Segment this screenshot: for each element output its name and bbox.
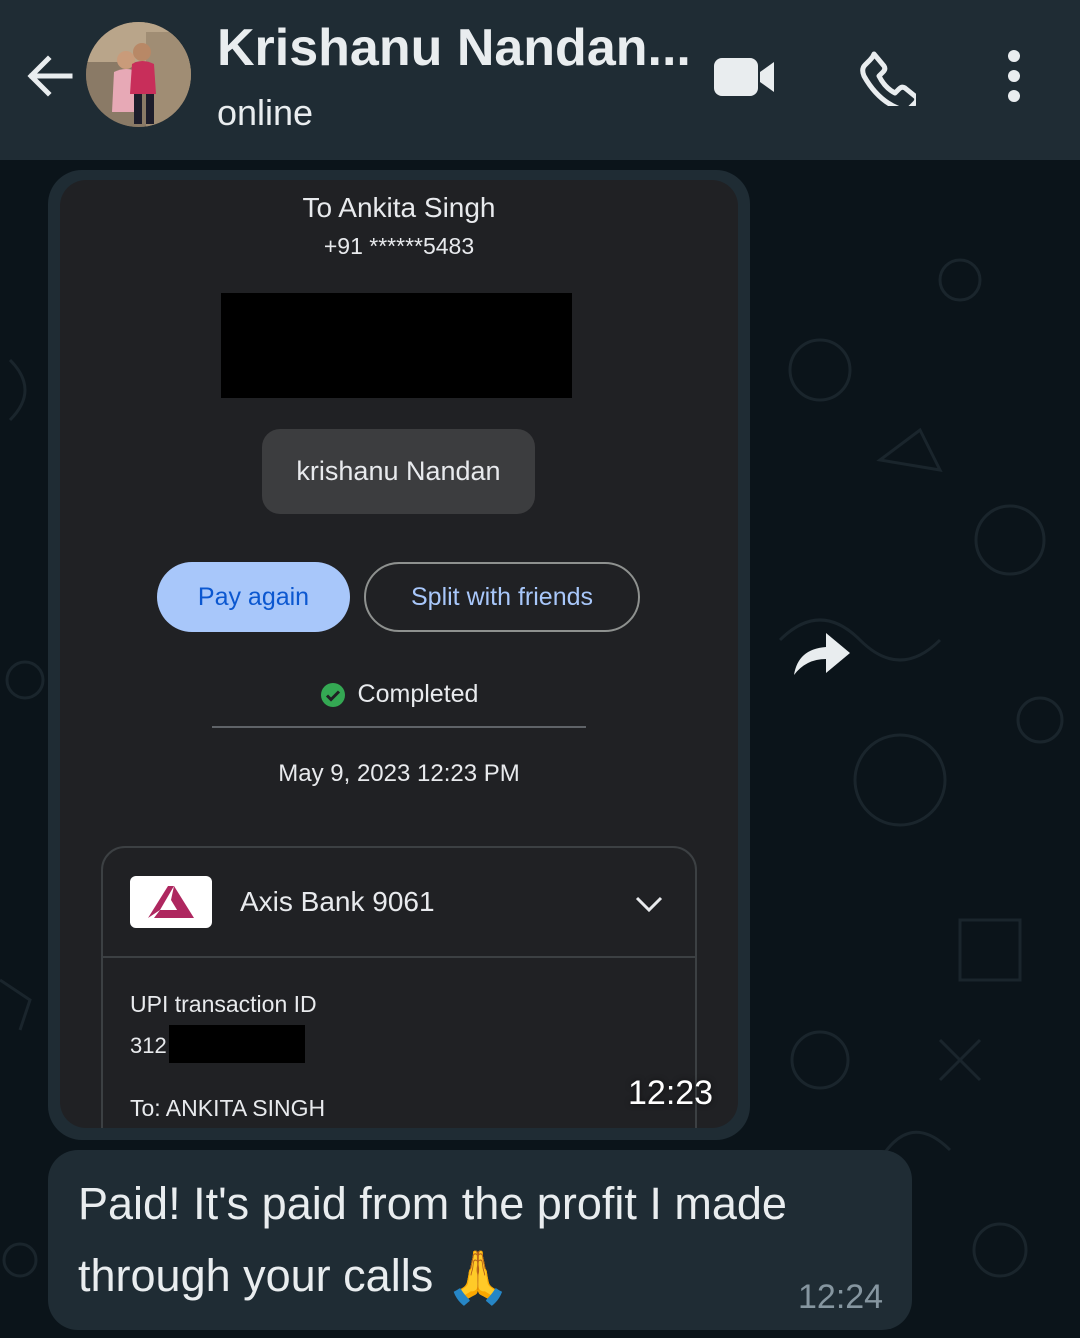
amount-redaction: [221, 293, 572, 398]
chevron-down-icon: [635, 896, 663, 913]
upi-id-label: UPI transaction ID: [130, 991, 317, 1017]
upi-id-redaction: [169, 1025, 305, 1063]
payee-name: To Ankita Singh: [302, 192, 496, 223]
axis-bank-logo: [130, 876, 212, 928]
upi-id-value: 312: [130, 1033, 167, 1058]
recipient-label: To: ANKITA SINGH: [130, 1095, 326, 1121]
bank-card: Axis Bank 9061 UPI transaction ID 312 To…: [101, 846, 697, 1128]
forward-icon[interactable]: [790, 627, 854, 679]
payment-screenshot[interactable]: To Ankita Singh +91 ******5483 krishanu …: [60, 180, 738, 1128]
payment-datetime: May 9, 2023 12:23 PM: [278, 760, 520, 787]
video-call-icon[interactable]: [712, 54, 776, 100]
divider: [212, 726, 586, 728]
status-text: Completed: [357, 680, 479, 708]
contact-name[interactable]: Krishanu Nandan...: [217, 18, 691, 78]
message-time: 12:23: [628, 1074, 714, 1112]
folded-hands-emoji: 🙏: [445, 1249, 511, 1307]
image-message-bubble[interactable]: To Ankita Singh +91 ******5483 krishanu …: [48, 170, 750, 1140]
voice-call-icon[interactable]: [860, 50, 916, 106]
chat-header: Krishanu Nandan... online: [0, 0, 1080, 160]
check-circle-icon: [320, 682, 345, 707]
contact-avatar[interactable]: [86, 22, 191, 127]
message-time: 12:24: [798, 1278, 884, 1316]
card-divider: [103, 956, 697, 958]
message-text: Paid! It's paid from the profit I made t…: [78, 1168, 878, 1314]
back-arrow-icon[interactable]: [24, 50, 76, 102]
payer-chip: krishanu Nandan: [262, 429, 535, 514]
split-with-friends-button: Split with friends: [364, 562, 640, 632]
payment-status: Completed: [60, 680, 738, 709]
contact-status: online: [217, 92, 314, 133]
message-body: Paid! It's paid from the profit I made t…: [78, 1178, 787, 1301]
more-options-icon[interactable]: [998, 48, 1030, 104]
bank-name: Axis Bank 9061: [240, 886, 435, 917]
pay-again-button: Pay again: [157, 562, 350, 632]
payee-phone: +91 ******5483: [323, 233, 475, 259]
text-message-bubble[interactable]: Paid! It's paid from the profit I made t…: [48, 1150, 912, 1330]
